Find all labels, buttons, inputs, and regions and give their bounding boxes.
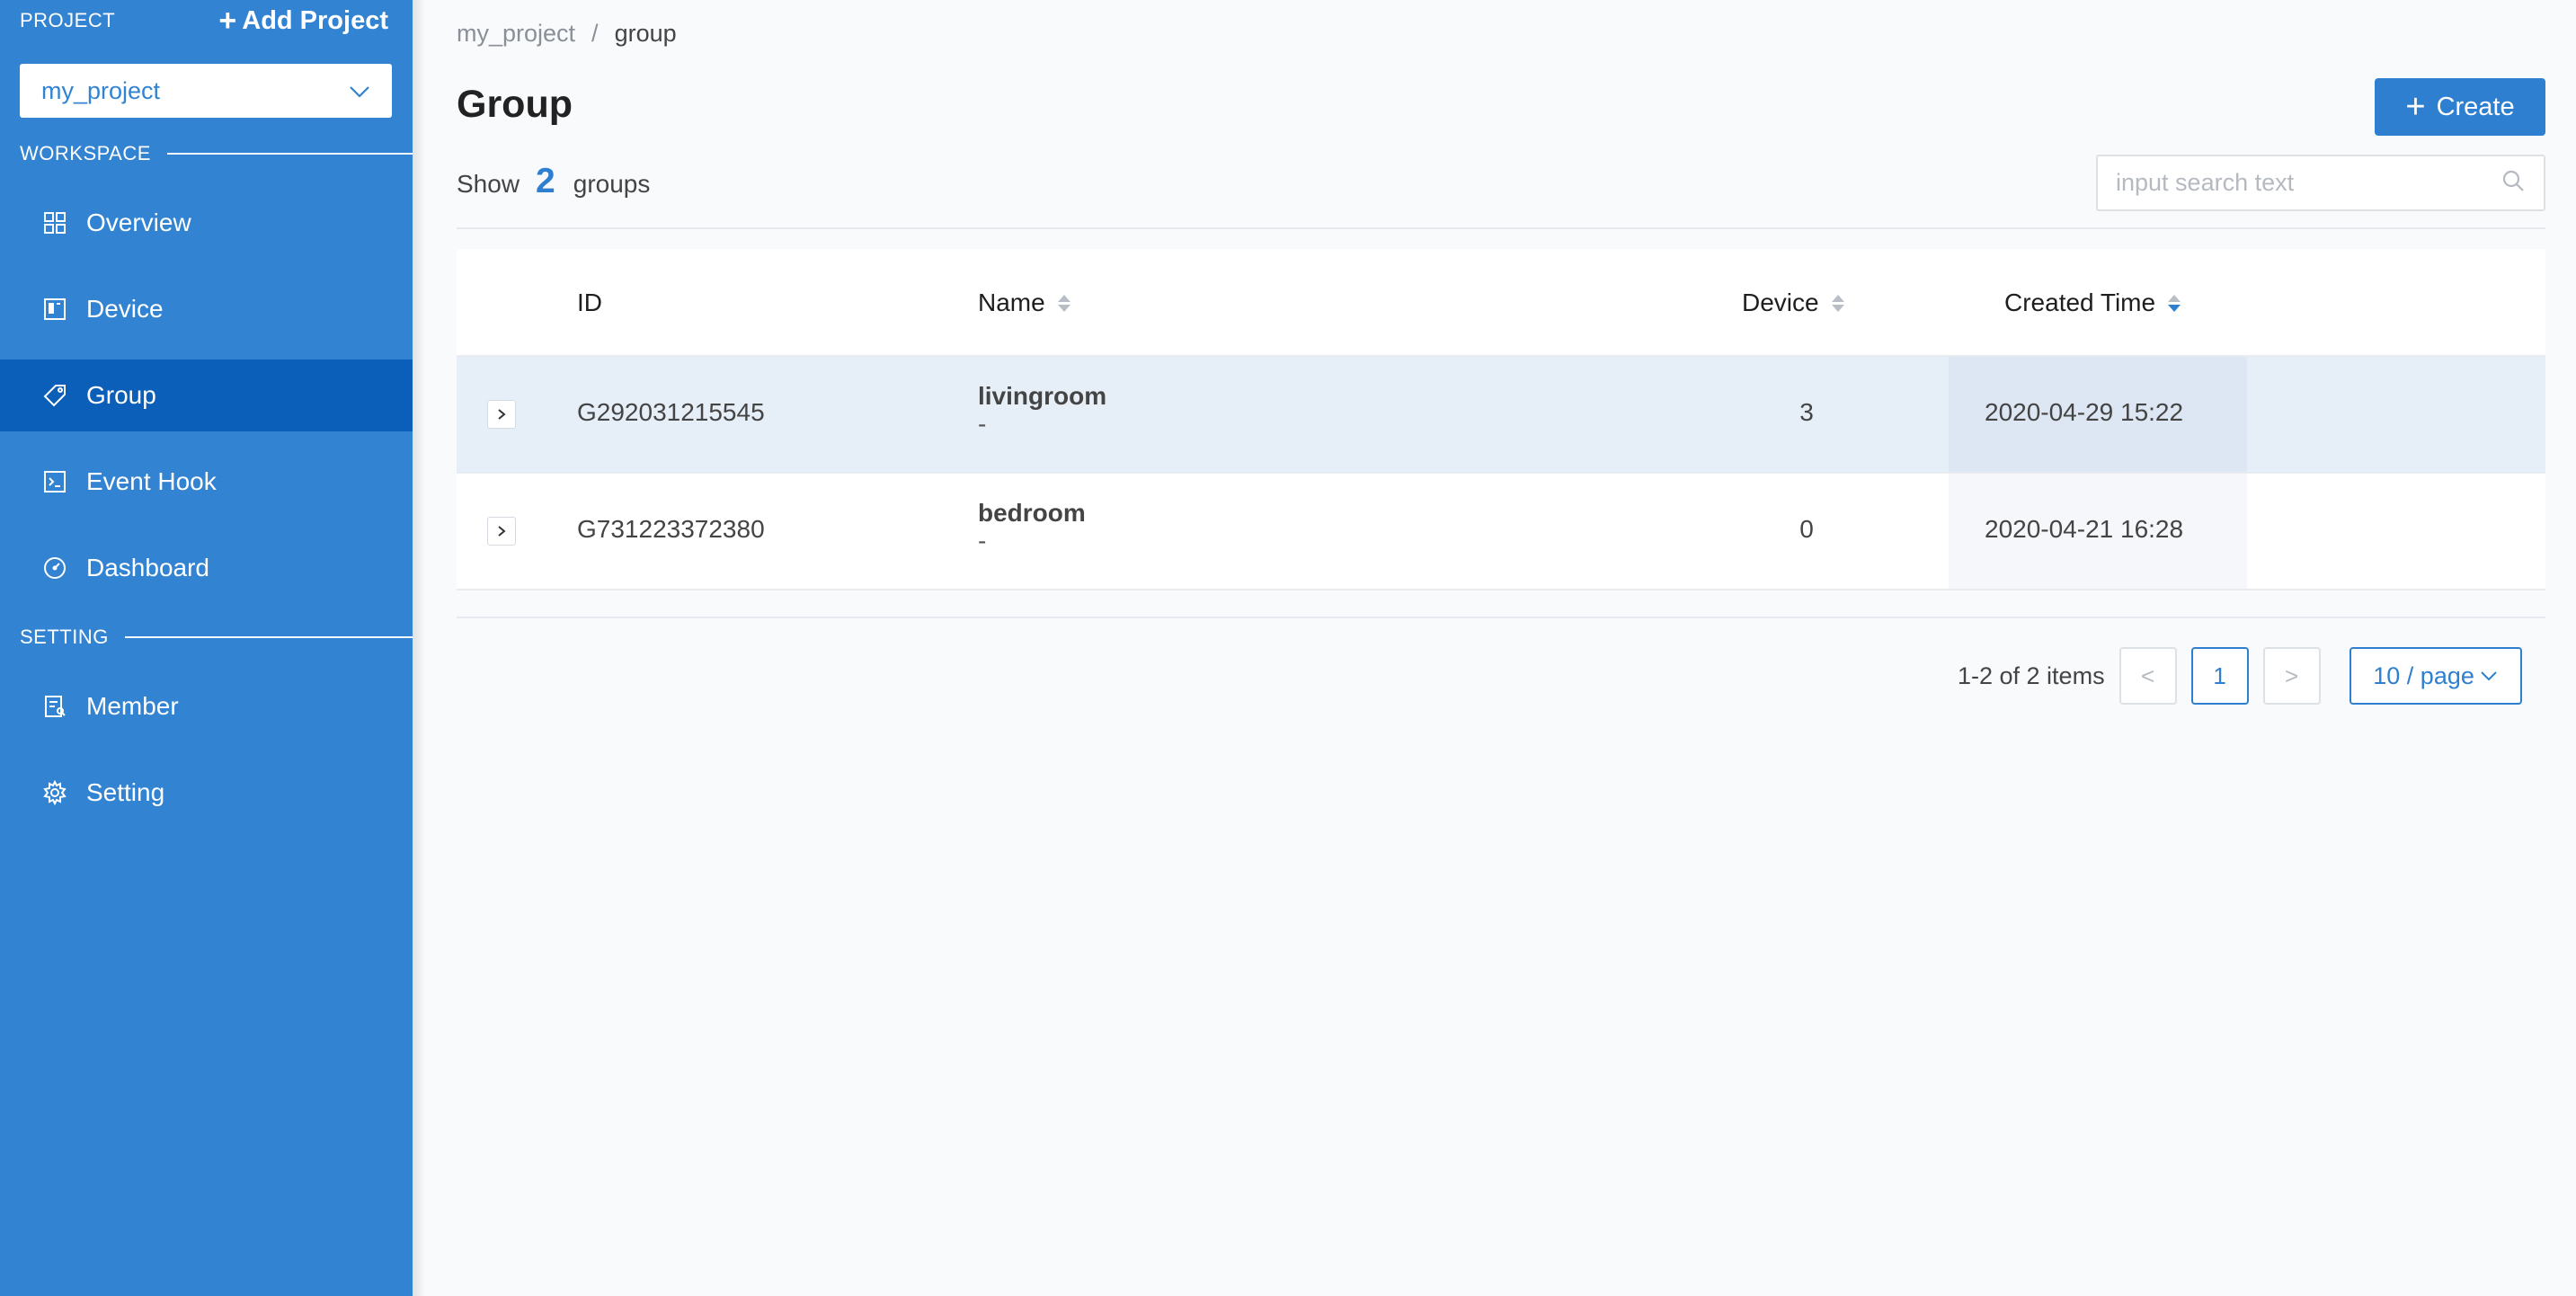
- grid-icon: [40, 208, 70, 238]
- group-name: bedroom: [978, 499, 1086, 527]
- sidebar-item-group[interactable]: Group: [0, 360, 413, 431]
- breadcrumb-current: group: [614, 20, 677, 47]
- sidebar: PROJECT + Add Project my_project WORKSPA…: [0, 0, 413, 1296]
- page-button-1[interactable]: 1: [2190, 647, 2249, 705]
- sidebar-item-label: Dashboard: [86, 554, 209, 581]
- prev-page-button[interactable]: <: [2119, 647, 2177, 705]
- plus-icon: +: [218, 4, 237, 38]
- chevron-left-icon: <: [2140, 661, 2155, 689]
- sidebar-item-label: Event Hook: [86, 467, 217, 495]
- sidebar-item-device[interactable]: Device: [0, 273, 413, 345]
- pagination: 1-2 of 2 items < 1 > 10 / page: [1958, 647, 2522, 705]
- sidebar-item-label: Setting: [86, 778, 165, 806]
- device-icon: [40, 294, 70, 324]
- sort-icon[interactable]: [1057, 294, 1070, 312]
- created-time: 2020-04-21 16:28: [1985, 515, 2184, 543]
- sidebar-item-label: Overview: [86, 209, 191, 236]
- sidebar-item-event-hook[interactable]: Event Hook: [0, 446, 413, 518]
- search-icon[interactable]: [2500, 168, 2526, 198]
- page-title: Group: [457, 83, 573, 126]
- header-divider: [457, 227, 2545, 229]
- create-button-label: Create: [2436, 92, 2515, 121]
- sort-icon[interactable]: [2168, 294, 2181, 312]
- pagination-total: 1-2 of 2 items: [1958, 661, 2105, 689]
- device-count: 3: [1799, 398, 1814, 426]
- group-name-cell: bedroom -: [978, 499, 1086, 555]
- sidebar-item-label: Member: [86, 692, 179, 720]
- group-id: G731223372380: [577, 515, 765, 543]
- summary-prefix: Show: [457, 170, 520, 198]
- group-description: -: [978, 527, 987, 555]
- project-select[interactable]: my_project: [20, 64, 392, 118]
- sidebar-item-member[interactable]: Member: [0, 670, 413, 742]
- setting-divider: SETTING: [20, 626, 413, 649]
- created-time: 2020-04-29 15:22: [1985, 398, 2184, 426]
- column-header-created-time[interactable]: Created Time: [2004, 249, 2181, 357]
- column-header-device[interactable]: Device: [1742, 249, 1844, 357]
- sidebar-item-overview[interactable]: Overview: [0, 187, 413, 259]
- column-label: Device: [1742, 288, 1819, 316]
- group-count-summary: Show 2 groups: [457, 162, 650, 201]
- device-count: 0: [1799, 515, 1814, 543]
- add-project-label: Add Project: [242, 5, 388, 35]
- column-header-id: ID: [577, 249, 602, 357]
- sidebar-item-setting[interactable]: Setting: [0, 757, 413, 829]
- chevron-down-icon: [2481, 671, 2497, 681]
- page-size-value: 10 / page: [2373, 661, 2474, 689]
- breadcrumb-parent[interactable]: my_project: [457, 20, 575, 48]
- column-label: ID: [577, 288, 602, 316]
- terminal-icon: [40, 466, 70, 497]
- group-name: livingroom: [978, 382, 1107, 410]
- group-description: -: [978, 410, 987, 438]
- sidebar-shadow: [413, 0, 425, 1296]
- group-table: ID Name Device Created Time G29203121554…: [457, 249, 2545, 590]
- next-page-button[interactable]: >: [2262, 647, 2321, 705]
- workspace-divider: WORKSPACE: [20, 142, 413, 165]
- tag-icon: [40, 380, 70, 411]
- page-size-select[interactable]: 10 / page: [2349, 647, 2522, 705]
- expand-row-button[interactable]: [487, 517, 516, 546]
- group-count: 2: [536, 162, 555, 200]
- sort-icon[interactable]: [1831, 294, 1844, 312]
- table-header: ID Name Device Created Time: [457, 249, 2545, 357]
- column-header-name[interactable]: Name: [978, 249, 1070, 357]
- setting-section-label: SETTING: [20, 626, 109, 648]
- search-input[interactable]: [2116, 169, 2500, 197]
- table-row[interactable]: G731223372380 bedroom - 0 2020-04-21 16:…: [457, 474, 2545, 590]
- expand-row-button[interactable]: [487, 400, 516, 429]
- column-label: Name: [978, 288, 1045, 316]
- table-divider: [457, 617, 2545, 618]
- column-label: Created Time: [2004, 288, 2156, 316]
- chevron-right-icon: [498, 409, 506, 420]
- project-section-label: PROJECT: [20, 9, 116, 31]
- create-button[interactable]: + Create: [2375, 78, 2545, 136]
- plus-icon: +: [2405, 88, 2426, 126]
- table-row[interactable]: G292031215545 livingroom - 3 2020-04-29 …: [457, 357, 2545, 474]
- sidebar-item-label: Device: [86, 295, 164, 323]
- gauge-icon: [40, 553, 70, 583]
- sidebar-item-label: Group: [86, 381, 156, 409]
- chevron-right-icon: >: [2284, 661, 2299, 689]
- group-name-cell: livingroom -: [978, 382, 1106, 438]
- sidebar-item-dashboard[interactable]: Dashboard: [0, 532, 413, 604]
- project-select-value: my_project: [41, 76, 161, 104]
- chevron-down-icon: [349, 77, 370, 105]
- gear-icon: [40, 777, 70, 808]
- project-header: PROJECT + Add Project: [20, 5, 388, 36]
- member-icon: [40, 691, 70, 722]
- search-box: [2096, 155, 2545, 211]
- breadcrumb-separator: /: [591, 20, 599, 47]
- summary-suffix: groups: [573, 170, 651, 198]
- breadcrumb: my_project / group: [457, 20, 677, 48]
- chevron-right-icon: [498, 526, 506, 537]
- group-id: G292031215545: [577, 398, 765, 426]
- add-project-button[interactable]: + Add Project: [218, 5, 388, 36]
- workspace-section-label: WORKSPACE: [20, 142, 151, 164]
